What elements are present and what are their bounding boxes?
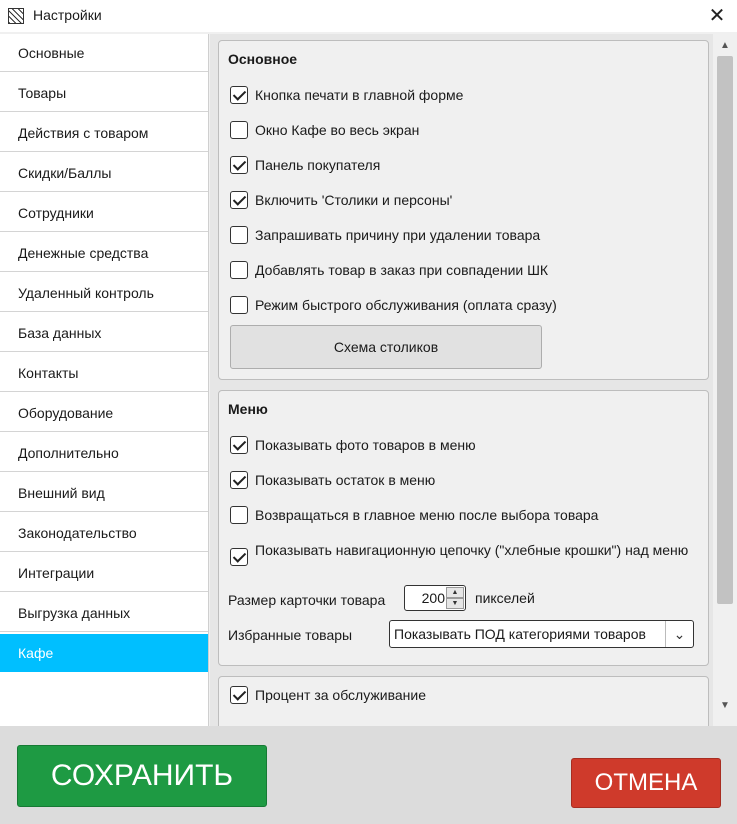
sidebar-item-export[interactable]: Выгрузка данных [0, 594, 208, 632]
option-label: Показывать остаток в меню [255, 472, 436, 488]
option-service-percent[interactable]: Процент за обслуживание [230, 686, 426, 706]
option-label: Режим быстрого обслуживания (оплата сраз… [255, 297, 557, 313]
window-title: Настройки [33, 7, 102, 23]
favorites-label: Избранные товары [228, 627, 353, 643]
save-button[interactable]: СОХРАНИТЬ [17, 745, 267, 807]
checkbox-empty[interactable] [230, 226, 248, 244]
sidebar-item-cafe[interactable]: Кафе [0, 634, 208, 672]
checkmark-icon[interactable] [230, 471, 248, 489]
option-barcode-add[interactable]: Добавлять товар в заказ при совпадении Ш… [230, 261, 548, 281]
option-fullscreen[interactable]: Окно Кафе во весь экран [230, 121, 419, 141]
option-breadcrumbs[interactable]: Показывать навигационную цепочку ("хлебн… [230, 541, 695, 581]
app-icon [8, 8, 24, 24]
group-basic-title: Основное [228, 51, 298, 67]
group-menu-title: Меню [228, 401, 268, 417]
option-label: Панель покупателя [255, 157, 381, 173]
checkmark-icon[interactable] [230, 86, 248, 104]
checkbox-empty[interactable] [230, 296, 248, 314]
settings-content: Основное Кнопка печати в главной форме О… [210, 34, 713, 726]
checkbox-empty[interactable] [230, 261, 248, 279]
option-label: Окно Кафе во весь экран [255, 122, 420, 138]
checkmark-icon[interactable] [230, 548, 248, 566]
option-print-button[interactable]: Кнопка печати в главной форме [230, 86, 463, 106]
sidebar-item-equipment[interactable]: Оборудование [0, 394, 208, 432]
option-label: Показывать навигационную цепочку ("хлебн… [255, 542, 689, 558]
option-label: Включить 'Столики и персоны' [255, 192, 453, 208]
sidebar-item-discounts[interactable]: Скидки/Баллы [0, 154, 208, 192]
sidebar-item-goods[interactable]: Товары [0, 74, 208, 112]
option-label: Возвращаться в главное меню после выбора… [255, 507, 599, 523]
option-label: Добавлять товар в заказ при совпадении Ш… [255, 262, 549, 278]
option-fast-service[interactable]: Режим быстрого обслуживания (оплата сраз… [230, 296, 557, 316]
option-label: Процент за обслуживание [255, 687, 426, 703]
checkmark-icon[interactable] [230, 156, 248, 174]
settings-sidebar: Основные Товары Действия с товаром Скидк… [0, 34, 209, 726]
sidebar-item-employees[interactable]: Сотрудники [0, 194, 208, 232]
favorites-value: Показывать ПОД категориями товаров [394, 626, 646, 642]
checkmark-icon[interactable] [230, 191, 248, 209]
option-label: Запрашивать причину при удалении товара [255, 227, 541, 243]
option-show-photos[interactable]: Показывать фото товаров в меню [230, 436, 476, 456]
sidebar-item-remote[interactable]: Удаленный контроль [0, 274, 208, 312]
chevron-down-icon[interactable]: ▼ [446, 598, 464, 609]
option-show-stock[interactable]: Показывать остаток в меню [230, 471, 435, 491]
option-label: Показывать фото товаров в меню [255, 437, 476, 453]
chevron-down-icon[interactable]: ⌄ [665, 621, 693, 647]
favorites-select[interactable]: Показывать ПОД категориями товаров ⌄ [389, 620, 694, 648]
card-size-stepper[interactable]: 200 ▲ ▼ [404, 585, 466, 611]
chevron-up-icon[interactable]: ▲ [446, 587, 464, 598]
checkbox-empty[interactable] [230, 506, 248, 524]
checkmark-icon[interactable] [230, 436, 248, 454]
group-basic: Основное Кнопка печати в главной форме О… [218, 40, 709, 380]
checkbox-empty[interactable] [230, 121, 248, 139]
option-tables-persons[interactable]: Включить 'Столики и персоны' [230, 191, 452, 211]
table-scheme-button[interactable]: Схема столиков [230, 325, 542, 369]
card-size-unit: пикселей [475, 590, 535, 606]
close-icon[interactable]: ✕ [705, 4, 729, 28]
sidebar-item-database[interactable]: База данных [0, 314, 208, 352]
title-bar: Настройки ✕ [0, 0, 737, 32]
sidebar-item-goods-actions[interactable]: Действия с товаром [0, 114, 208, 152]
sidebar-item-appearance[interactable]: Внешний вид [0, 474, 208, 512]
option-label: Кнопка печати в главной форме [255, 87, 464, 103]
scroll-thumb[interactable] [717, 56, 733, 604]
cancel-button[interactable]: ОТМЕНА [571, 758, 721, 808]
option-customer-panel[interactable]: Панель покупателя [230, 156, 380, 176]
sidebar-item-basic[interactable]: Основные [0, 34, 208, 72]
card-size-value[interactable]: 200 [405, 586, 445, 610]
group-service: Процент за обслуживание [218, 676, 709, 726]
sidebar-item-additional[interactable]: Дополнительно [0, 434, 208, 472]
option-return-main[interactable]: Возвращаться в главное меню после выбора… [230, 506, 598, 526]
checkmark-icon[interactable] [230, 686, 248, 704]
sidebar-item-legislation[interactable]: Законодательство [0, 514, 208, 552]
footer-bar: СОХРАНИТЬ ОТМЕНА [0, 726, 737, 824]
option-delete-reason[interactable]: Запрашивать причину при удалении товара [230, 226, 540, 246]
group-menu: Меню Показывать фото товаров в меню Пока… [218, 390, 709, 666]
content-scrollbar[interactable]: ▲ ▼ [713, 34, 737, 726]
scroll-down-icon[interactable]: ▼ [717, 698, 733, 714]
sidebar-item-integrations[interactable]: Интеграции [0, 554, 208, 592]
sidebar-item-contacts[interactable]: Контакты [0, 354, 208, 392]
card-size-label: Размер карточки товара [228, 592, 386, 608]
scroll-up-icon[interactable]: ▲ [717, 38, 733, 54]
sidebar-item-cash[interactable]: Денежные средства [0, 234, 208, 272]
